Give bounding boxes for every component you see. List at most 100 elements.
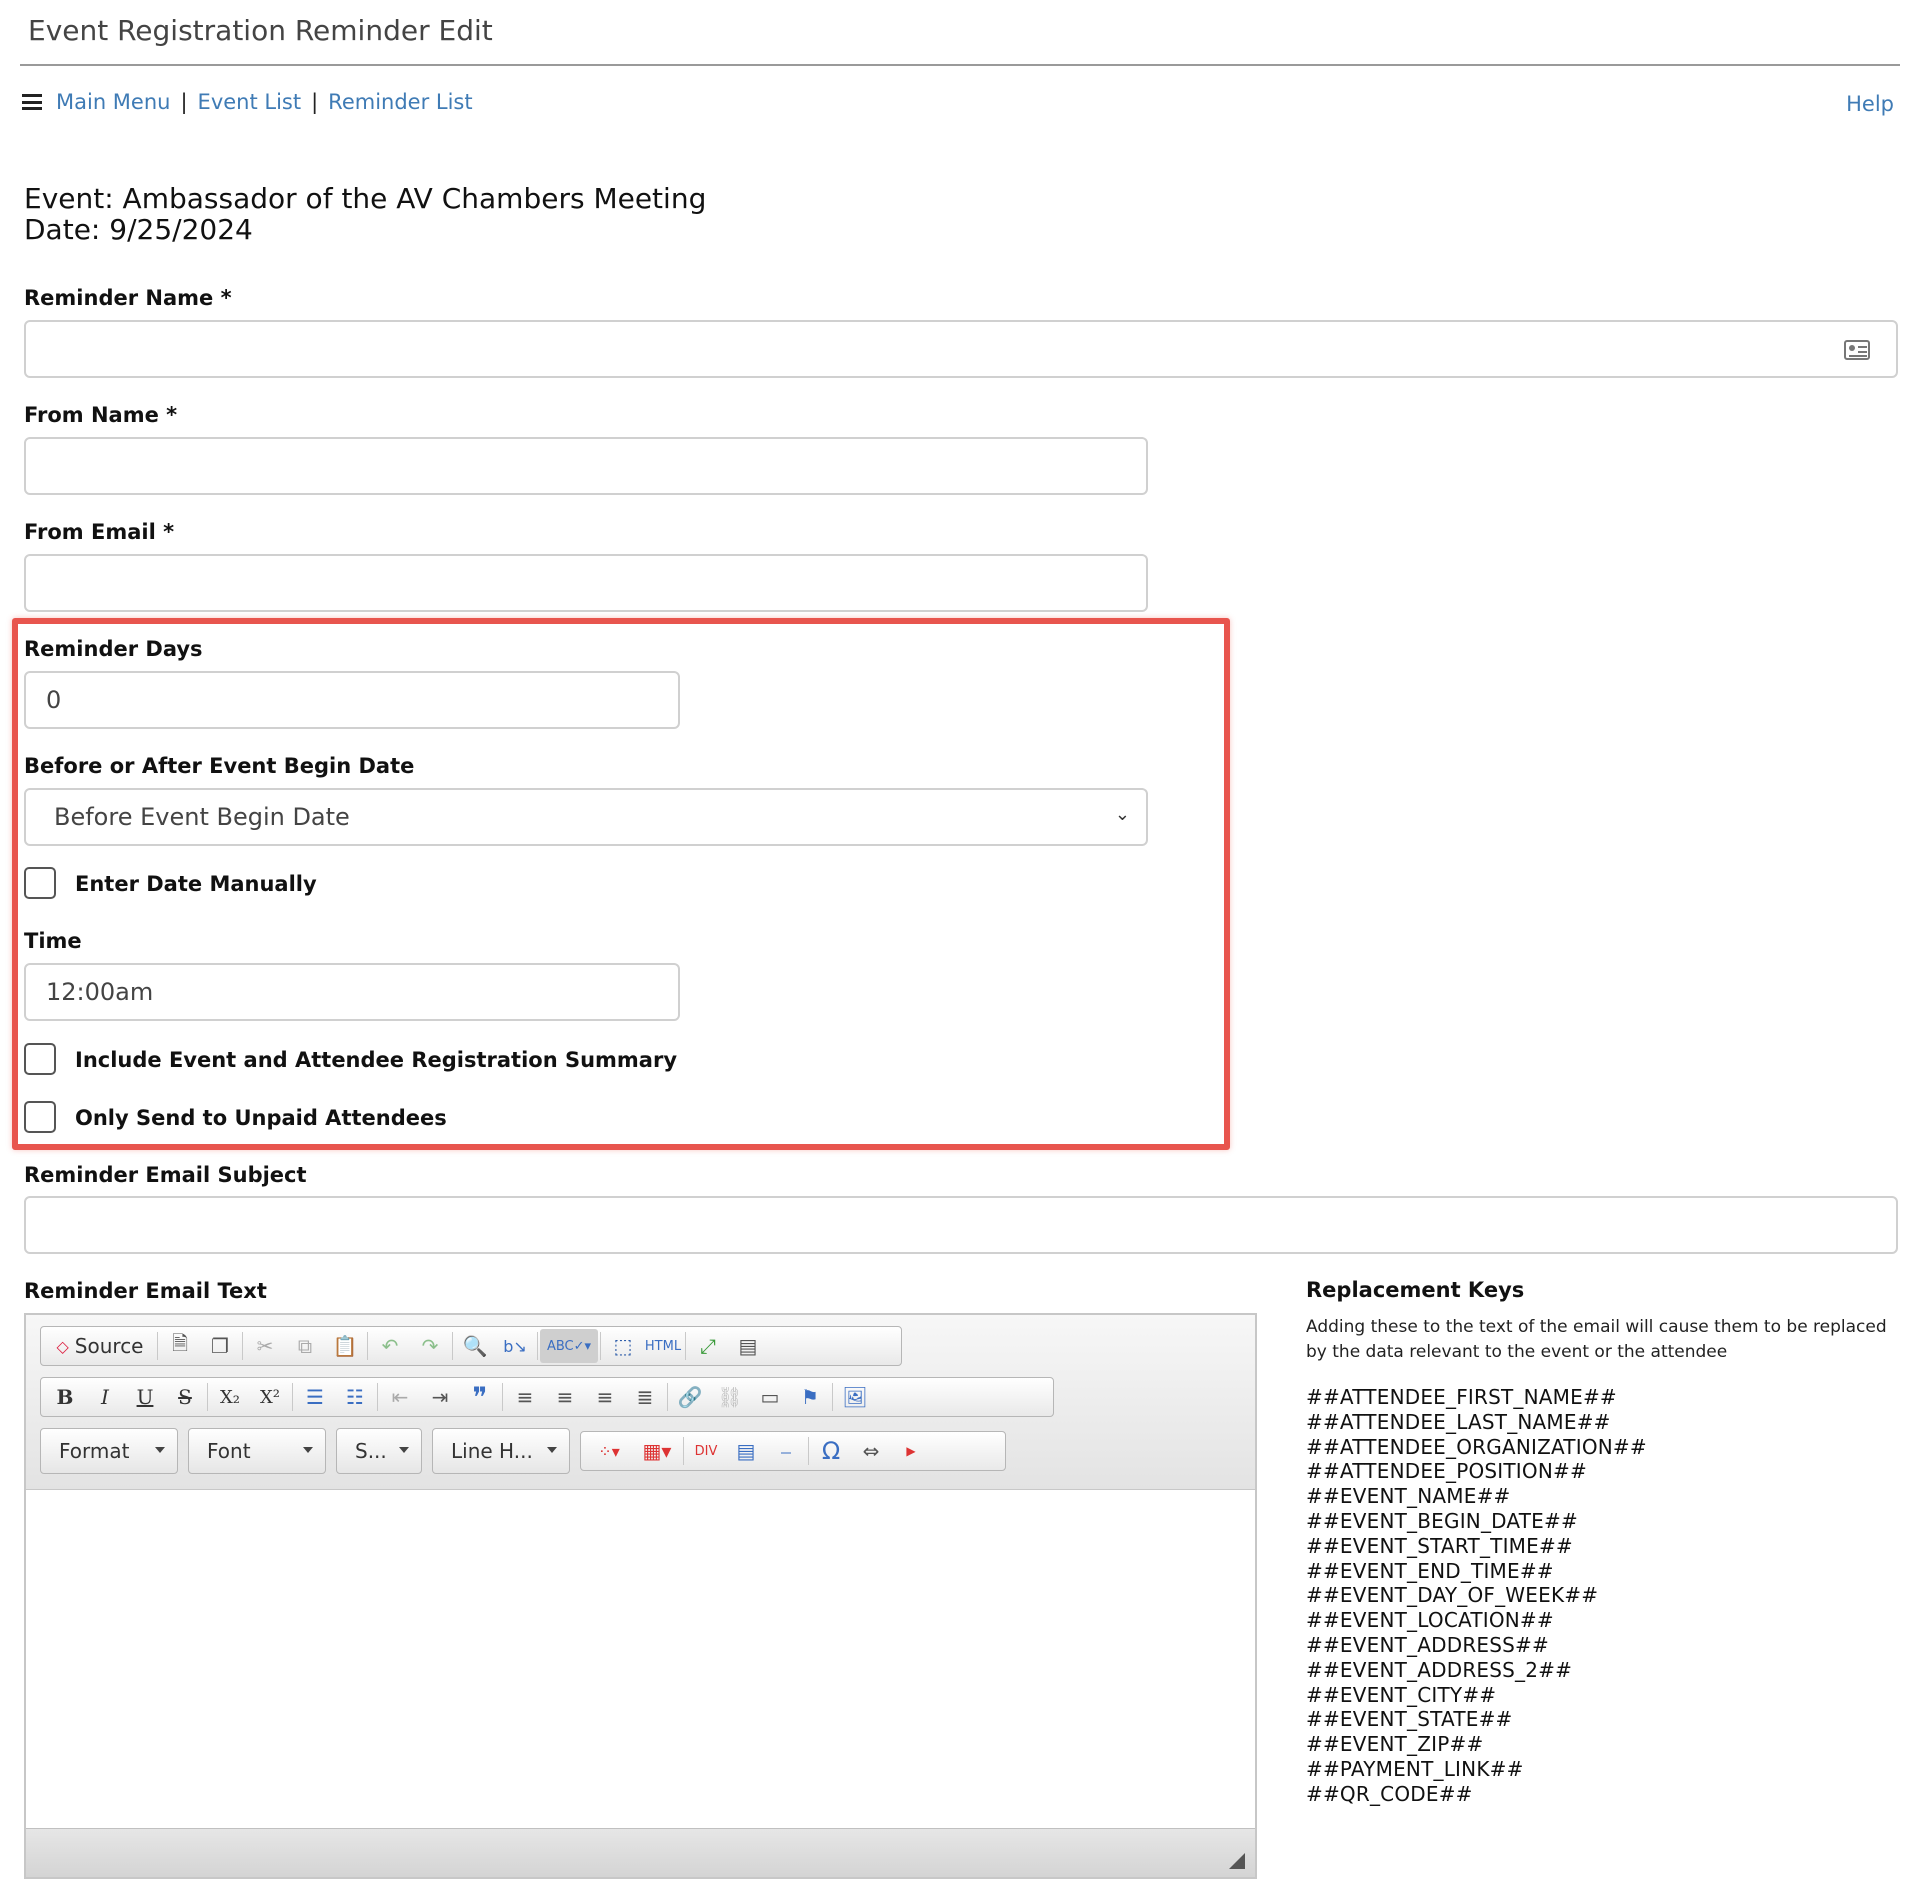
hamburger-menu-icon[interactable] [22, 94, 42, 110]
replacement-key: ##EVENT_ADDRESS## [1306, 1632, 1549, 1657]
source-button[interactable]: ◇ Source [45, 1329, 155, 1363]
replacement-key: ##EVENT_END_TIME## [1306, 1558, 1554, 1583]
special-character-button[interactable]: Ω [811, 1434, 851, 1468]
youtube-icon[interactable]: ▶ [891, 1434, 931, 1468]
replacement-key: ##EVENT_ZIP## [1306, 1732, 1484, 1757]
subscript-button[interactable]: X₂ [210, 1380, 250, 1414]
table-properties-icon[interactable]: ▤ [726, 1434, 766, 1468]
toolbar-row-3-buttons: ⁘▾ ▦▾ DIV ▤ ⎯ Ω ⇔ ▶ [580, 1431, 1006, 1471]
copy-icon[interactable]: ⧉ [285, 1329, 325, 1363]
format-dropdown-label: Format [59, 1439, 130, 1463]
strikethrough-button[interactable]: S [165, 1380, 205, 1414]
email-subject-input[interactable] [24, 1196, 1898, 1254]
bold-button[interactable]: B [45, 1380, 85, 1414]
templates-icon[interactable]: ❐ [200, 1329, 240, 1363]
time-input[interactable]: 12:00am [24, 963, 680, 1021]
replacement-key: ##ATTENDEE_POSITION## [1306, 1459, 1587, 1484]
image-icon[interactable]: 🖼 [835, 1380, 875, 1414]
replacement-key: ##EVENT_BEGIN_DATE## [1306, 1508, 1578, 1533]
only-unpaid-checkbox[interactable] [24, 1101, 56, 1133]
replacement-key: ##EVENT_ADDRESS_2## [1306, 1657, 1573, 1682]
font-dropdown[interactable]: Font [188, 1428, 326, 1474]
replacement-key: ##EVENT_NAME## [1306, 1484, 1511, 1509]
format-dropdown[interactable]: Format [40, 1428, 178, 1474]
align-center-icon[interactable]: ≡ [545, 1380, 585, 1414]
replacement-keys-title: Replacement Keys [1306, 1278, 1525, 1302]
replace-icon[interactable]: b↘ [495, 1329, 535, 1363]
replacement-keys-description: Adding these to the text of the email wi… [1306, 1317, 1887, 1362]
replacement-key: ##ATTENDEE_ORGANIZATION## [1306, 1434, 1647, 1459]
align-right-icon[interactable]: ≡ [585, 1380, 625, 1414]
time-label: Time [24, 929, 82, 953]
event-date: Date: 9/25/2024 [24, 213, 253, 246]
source-icon: ◇ [56, 1336, 69, 1356]
replacement-key: ##EVENT_LOCATION## [1306, 1608, 1554, 1633]
replacement-key: ##ATTENDEE_LAST_NAME## [1306, 1409, 1611, 1434]
page-break-icon[interactable]: ⇔ [851, 1434, 891, 1468]
main-menu-link[interactable]: Main Menu [56, 90, 170, 114]
find-icon[interactable]: 🔍 [455, 1329, 495, 1363]
numbered-list-icon[interactable]: ☰ [295, 1380, 335, 1414]
cut-icon[interactable]: ✂ [245, 1329, 285, 1363]
justify-icon[interactable]: ≣ [625, 1380, 665, 1414]
table-icon[interactable]: ▦▾ [633, 1434, 681, 1468]
div-container-icon[interactable]: DIV [686, 1434, 726, 1468]
superscript-button[interactable]: X² [250, 1380, 290, 1414]
before-after-select[interactable]: Before Event Begin Date ⌄ [24, 788, 1148, 846]
only-unpaid-label: Only Send to Unpaid Attendees [75, 1106, 447, 1130]
contact-card-icon[interactable] [1844, 340, 1870, 360]
italic-button[interactable]: I [85, 1380, 125, 1414]
maximize-icon[interactable]: ⤢ [688, 1329, 728, 1363]
unlink-icon[interactable]: ⛓ [710, 1380, 750, 1414]
rich-text-editor: ◇ Source 🗎 ❐ ✂ ⧉ 📋 ↶ ↷ 🔍 b↘ ABC✓▾ ⬚ HTML… [24, 1313, 1257, 1879]
flag-icon[interactable]: ⚑ [790, 1380, 830, 1414]
show-blocks-icon[interactable]: ▤ [728, 1329, 768, 1363]
reminder-days-input[interactable]: 0 [24, 671, 680, 729]
replacement-keys-list: ##ATTENDEE_FIRST_NAME## ##ATTENDEE_LAST_… [1306, 1385, 1647, 1807]
undo-icon[interactable]: ↶ [370, 1329, 410, 1363]
from-name-input[interactable] [24, 437, 1148, 495]
enter-date-manually-label: Enter Date Manually [75, 872, 317, 896]
select-all-icon[interactable]: ⬚ [603, 1329, 643, 1363]
title-divider [20, 64, 1900, 66]
source-label: Source [74, 1334, 144, 1358]
before-after-selected: Before Event Begin Date [54, 803, 350, 831]
line-height-dropdown-label: Line H... [451, 1439, 533, 1463]
anchor-icon[interactable]: ▭ [750, 1380, 790, 1414]
bulleted-list-icon[interactable]: ☷ [335, 1380, 375, 1414]
reminder-name-label: Reminder Name * [24, 286, 232, 310]
reminder-list-link[interactable]: Reminder List [328, 90, 472, 114]
enter-date-manually-checkbox[interactable] [24, 867, 56, 899]
paste-icon[interactable]: 📋 [325, 1329, 365, 1363]
align-left-icon[interactable]: ≡ [505, 1380, 545, 1414]
event-list-link[interactable]: Event List [198, 90, 302, 114]
html-insert-icon[interactable]: HTML [643, 1329, 683, 1363]
indent-icon[interactable]: ⇥ [420, 1380, 460, 1414]
include-summary-checkbox[interactable] [24, 1043, 56, 1075]
blockquote-button[interactable]: ❞ [460, 1380, 500, 1414]
breadcrumb-nav: Main Menu | Event List | Reminder List [22, 90, 473, 114]
underline-button[interactable]: U [125, 1380, 165, 1414]
horizontal-rule-icon[interactable]: ⎯ [766, 1434, 806, 1468]
before-after-label: Before or After Event Begin Date [24, 754, 415, 778]
text-color-icon[interactable]: ⁘▾ [585, 1434, 633, 1468]
resize-handle-icon[interactable] [1229, 1853, 1245, 1869]
toolbar-row-1: ◇ Source 🗎 ❐ ✂ ⧉ 📋 ↶ ↷ 🔍 b↘ ABC✓▾ ⬚ HTML… [40, 1326, 902, 1366]
reminder-name-input[interactable] [24, 320, 1898, 378]
size-dropdown[interactable]: S... [336, 1428, 422, 1474]
editor-toolbar: ◇ Source 🗎 ❐ ✂ ⧉ 📋 ↶ ↷ 🔍 b↘ ABC✓▾ ⬚ HTML… [26, 1315, 1255, 1490]
preview-icon[interactable]: 🗎 [160, 1329, 200, 1363]
from-name-label: From Name * [24, 403, 178, 427]
line-height-dropdown[interactable]: Line H... [432, 1428, 570, 1474]
editor-status-bar [26, 1828, 1255, 1877]
time-value: 12:00am [46, 978, 154, 1006]
outdent-icon[interactable]: ⇤ [380, 1380, 420, 1414]
redo-icon[interactable]: ↷ [410, 1329, 450, 1363]
event-name: Event: Ambassador of the AV Chambers Mee… [24, 182, 707, 215]
page-title: Event Registration Reminder Edit [28, 14, 493, 47]
help-link[interactable]: Help [1846, 92, 1894, 116]
link-icon[interactable]: 🔗 [670, 1380, 710, 1414]
from-email-input[interactable] [24, 554, 1148, 612]
editor-content-area[interactable] [26, 1490, 1255, 1831]
spellcheck-icon[interactable]: ABC✓▾ [540, 1329, 598, 1363]
